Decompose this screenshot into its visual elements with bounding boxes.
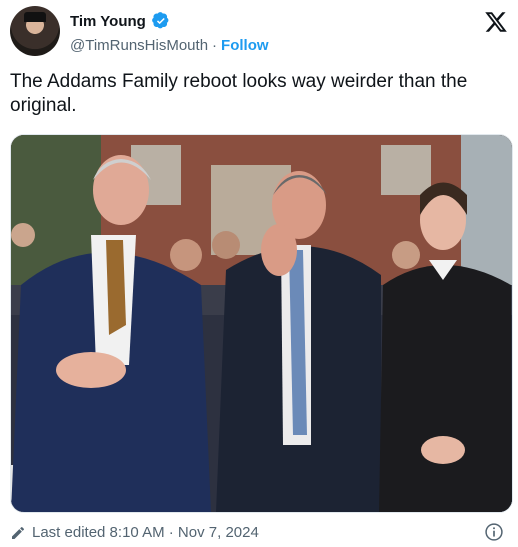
author-handle[interactable]: @TimRunsHisMouth: [70, 37, 208, 54]
tweet-photo[interactable]: [10, 134, 513, 513]
photo-illustration: [11, 135, 512, 512]
avatar-hat: [24, 12, 46, 22]
verified-badge-icon: [151, 12, 169, 29]
author-handle-row: @TimRunsHisMouth · Follow: [70, 37, 269, 54]
avatar[interactable]: [10, 6, 60, 56]
author-name-row: Tim Young: [70, 12, 170, 30]
x-logo-icon[interactable]: [484, 10, 508, 34]
author-name[interactable]: Tim Young: [70, 13, 146, 30]
follow-button[interactable]: Follow: [221, 37, 269, 54]
info-icon[interactable]: [484, 522, 504, 542]
tweet-text: The Addams Family reboot looks way weird…: [10, 71, 468, 116]
edited-indicator[interactable]: Last edited 8:10 AM · Nov 7, 2024: [10, 524, 259, 541]
tweet-header: Tim Young @TimRunsHisMouth · Follow: [10, 4, 510, 56]
pencil-icon: [12, 526, 25, 539]
edited-label: Last edited 8:10 AM · Nov 7, 2024: [32, 524, 259, 541]
tweet-footer: Last edited 8:10 AM · Nov 7, 2024: [10, 522, 510, 544]
separator-dot: ·: [212, 37, 218, 54]
